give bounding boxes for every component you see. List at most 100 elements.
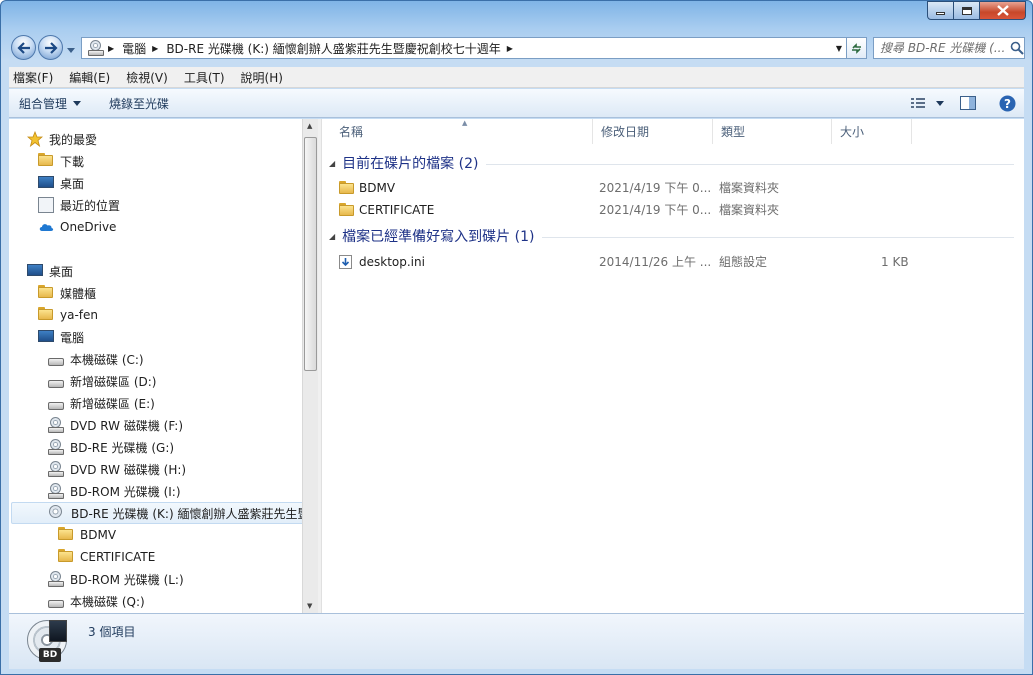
navigation-scrollbar[interactable]: ▲ ▼ (302, 119, 318, 613)
folder-icon (339, 203, 355, 216)
downloads-folder-icon (38, 153, 54, 169)
tree-desktop[interactable]: 桌面 (27, 260, 73, 282)
tree-item-downloads[interactable]: 下載 (38, 150, 84, 172)
tree-label: DVD RW 磁碟機 (H:) (70, 462, 187, 477)
caption-buttons (927, 1, 1026, 20)
tree-drive-d[interactable]: 新增磁碟區 (D:) (48, 370, 156, 392)
tree-label: 桌面 (49, 264, 74, 279)
pane-splitter[interactable] (318, 119, 322, 613)
tree-item-computer[interactable]: 電腦 (38, 326, 84, 348)
tree-label: BD-ROM 光碟機 (L:) (70, 572, 184, 587)
hard-drive-icon (48, 593, 64, 609)
tree-label: 電腦 (60, 330, 85, 345)
tree-item-user[interactable]: ya-fen (38, 304, 98, 326)
search-box[interactable] (873, 37, 1025, 59)
minimize-button[interactable] (927, 1, 954, 20)
tree-drive-k[interactable]: BD-RE 光碟機 (K:) 緬懷創辦人盛紫莊先生暨 (11, 502, 302, 524)
scroll-down-icon[interactable]: ▼ (307, 602, 312, 610)
tree-item-recent-places[interactable]: 最近的位置 (38, 194, 120, 216)
address-chevron-icon[interactable]: ▶ (152, 44, 158, 53)
column-size[interactable]: 大小 (832, 119, 912, 144)
collapse-icon[interactable]: ◢ (329, 232, 335, 241)
star-icon (27, 131, 43, 147)
search-icon[interactable] (1010, 41, 1024, 55)
tree-label: 新增磁碟區 (E:) (70, 396, 155, 411)
folder-icon (339, 181, 355, 194)
menu-view[interactable]: 檢視(V) (126, 69, 168, 86)
column-type[interactable]: 類型 (713, 119, 832, 144)
tree-item-onedrive[interactable]: OneDrive (38, 216, 116, 238)
back-arrow-icon (16, 41, 30, 54)
tree-item-libraries[interactable]: 媒體櫃 (38, 282, 96, 304)
recent-places-icon (38, 197, 54, 213)
explorer-window: ▶ 電腦 ▶ BD-RE 光碟機 (K:) 緬懷創辦人盛紫莊先生暨慶祝創校七十週… (0, 0, 1033, 675)
tree-drive-f[interactable]: DVD RW 磁碟機 (F:) (48, 414, 183, 436)
scroll-up-icon[interactable]: ▲ (307, 122, 312, 130)
file-list: 名稱 ▲ 修改日期 類型 大小 ◢ 目前在碟片的檔案 (2) BDMV 2021… (323, 119, 1024, 613)
search-input[interactable] (874, 40, 1010, 56)
tree-drive-h[interactable]: DVD RW 磁碟機 (H:) (48, 458, 186, 480)
file-type: 檔案資料夾 (719, 181, 780, 195)
menu-bar: 檔案(F) 編輯(E) 檢視(V) 工具(T) 說明(H) (9, 67, 1024, 88)
menu-file[interactable]: 檔案(F) (13, 69, 53, 86)
tree-label: 本機磁碟 (Q:) (70, 594, 145, 609)
burn-to-disc-button[interactable]: 燒錄至光碟 (109, 95, 169, 112)
group-header-ready-to-burn[interactable]: ◢ 檔案已經準備好寫入到碟片 (1) (329, 225, 1014, 247)
menu-edit[interactable]: 編輯(E) (69, 69, 110, 86)
bd-disc-large-icon: BD (27, 620, 71, 664)
minimize-icon (936, 12, 945, 15)
change-view-button[interactable] (910, 96, 944, 110)
tree-item-desktop-fav[interactable]: 桌面 (38, 172, 84, 194)
tree-drive-i[interactable]: BD-ROM 光碟機 (I:) (48, 480, 181, 502)
tree-label: BD-RE 光碟機 (G:) (70, 440, 175, 455)
collapse-icon[interactable]: ◢ (329, 159, 335, 168)
burn-to-disc-label: 燒錄至光碟 (109, 96, 170, 111)
file-name: CERTIFICATE (359, 203, 435, 217)
address-history-dropdown[interactable]: ▼ (836, 44, 842, 53)
desktop-icon (38, 175, 54, 191)
tree-drive-e[interactable]: 新增磁碟區 (E:) (48, 392, 155, 414)
column-date-modified[interactable]: 修改日期 (593, 119, 713, 144)
group-divider (486, 163, 1014, 165)
organize-label: 組合管理 (19, 96, 68, 111)
maximize-button[interactable] (954, 1, 980, 20)
cloud-icon (39, 224, 54, 231)
menu-help[interactable]: 說明(H) (241, 69, 283, 86)
recent-pages-dropdown[interactable] (67, 43, 75, 57)
navigation-pane: 我的最愛 下載 桌面 最近的位置 OneDrive 桌面 媒體櫃 ya-fen … (9, 119, 302, 613)
tree-drive-g[interactable]: BD-RE 光碟機 (G:) (48, 436, 174, 458)
tree-label: ya-fen (60, 308, 98, 322)
back-button[interactable] (11, 35, 36, 60)
command-bar: 組合管理 燒錄至光碟 ? (9, 89, 1024, 118)
hard-drive-icon (48, 395, 64, 411)
breadcrumb-computer[interactable]: 電腦 (122, 40, 146, 57)
download-arrow-icon (341, 258, 350, 267)
refresh-button[interactable] (847, 37, 867, 59)
address-chevron-icon[interactable]: ▶ (108, 44, 114, 53)
address-chevron-icon[interactable]: ▶ (507, 44, 513, 53)
forward-button[interactable] (38, 35, 63, 60)
preview-pane-button[interactable] (960, 96, 976, 113)
tree-label: CERTIFICATE (80, 550, 156, 564)
item-count: 3 個項目 (88, 625, 136, 639)
file-row[interactable]: BDMV 2021/4/19 下午 0... 檔案資料夾 (323, 177, 1024, 199)
group-header-on-disc[interactable]: ◢ 目前在碟片的檔案 (2) (329, 152, 1014, 174)
svg-text:?: ? (1004, 97, 1011, 111)
file-row[interactable]: desktop.ini 2014/11/26 上午 ... 組態設定 1 KB (323, 251, 1024, 273)
close-button[interactable] (980, 1, 1026, 20)
tree-drive-l[interactable]: BD-ROM 光碟機 (L:) (48, 568, 184, 590)
column-name[interactable]: 名稱 ▲ (331, 119, 593, 144)
menu-tools[interactable]: 工具(T) (184, 69, 225, 86)
tree-drive-c[interactable]: 本機磁碟 (C:) (48, 348, 144, 370)
tree-folder-certificate[interactable]: CERTIFICATE (58, 546, 155, 568)
tree-drive-q[interactable]: 本機磁碟 (Q:) (48, 590, 145, 612)
organize-button[interactable]: 組合管理 (19, 95, 82, 112)
address-bar[interactable]: ▶ 電腦 ▶ BD-RE 光碟機 (K:) 緬懷創辦人盛紫莊先生暨慶祝創校七十週… (81, 37, 847, 59)
content-area: 我的最愛 下載 桌面 最近的位置 OneDrive 桌面 媒體櫃 ya-fen … (9, 119, 1024, 613)
file-row[interactable]: CERTIFICATE 2021/4/19 下午 0... 檔案資料夾 (323, 199, 1024, 221)
tree-folder-bdmv[interactable]: BDMV (58, 524, 116, 546)
breadcrumb-drive[interactable]: BD-RE 光碟機 (K:) 緬懷創辦人盛紫莊先生暨慶祝創校七十週年 (166, 40, 500, 57)
tree-favorites[interactable]: 我的最愛 (27, 128, 97, 150)
help-button[interactable]: ? (999, 95, 1016, 115)
scrollbar-thumb[interactable] (304, 137, 317, 371)
